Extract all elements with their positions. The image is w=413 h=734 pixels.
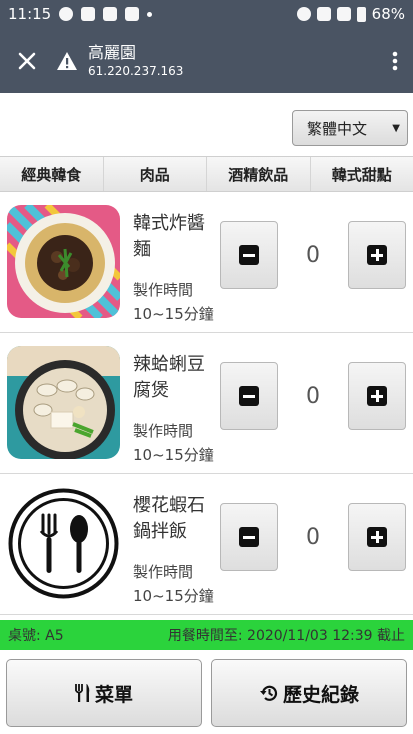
plus-icon: [367, 245, 387, 265]
table-number: 桌號: A5: [8, 628, 64, 644]
minus-icon: [239, 386, 259, 406]
plus-icon: [367, 527, 387, 547]
history-button-label: 歷史紀錄: [282, 683, 359, 706]
menu-button-label: 菜單: [94, 683, 133, 706]
tab-korean-dessert[interactable]: 韓式甜點: [310, 157, 413, 191]
warning-icon[interactable]: [54, 28, 80, 93]
decrease-button[interactable]: [220, 362, 278, 430]
more-vert-icon: [392, 51, 398, 70]
decrease-button[interactable]: [220, 221, 278, 289]
chrome-icon: [59, 7, 74, 21]
table-info-bar: 桌號: A5 用餐時間至: 2020/11/03 12:39 截止: [0, 620, 413, 650]
dish-name: 韓式炸醬麵: [133, 213, 205, 260]
quantity-value: 0: [306, 383, 320, 409]
language-select-value: 繁體中文: [307, 119, 368, 138]
dish-name: 櫻花蝦石鍋拌飯: [133, 495, 205, 542]
calendar-icon: [103, 7, 118, 21]
menu-item: 櫻花蝦石鍋拌飯 製作時間 10~15分鐘 0: [0, 475, 413, 615]
tab-classic-korean[interactable]: 經典韓食: [0, 157, 104, 191]
prep-time-value: 10~15分鐘: [133, 587, 214, 605]
history-icon: [259, 685, 278, 701]
increase-button[interactable]: [348, 362, 406, 430]
menu-item: 辣蛤蜊豆腐煲 製作時間 10~15分鐘 0: [0, 334, 413, 474]
prep-time-label: 製作時間: [133, 281, 194, 299]
minus-icon: [239, 245, 259, 265]
menu-item: 韓式炸醬麵 製作時間 10~15分鐘 0: [0, 193, 413, 333]
history-button[interactable]: 歷史紀錄: [211, 659, 407, 727]
decrease-button[interactable]: [220, 503, 278, 571]
plus-icon: [367, 386, 387, 406]
prep-time-label: 製作時間: [133, 563, 194, 581]
signal-icon: [336, 7, 351, 21]
prep-time-value: 10~15分鐘: [133, 446, 214, 464]
quantity-value: 0: [306, 524, 320, 550]
shopping-bag-icon: [125, 7, 140, 21]
utensils-icon: [8, 488, 119, 599]
close-button[interactable]: [0, 28, 54, 93]
dining-deadline: 用餐時間至: 2020/11/03 12:39 截止: [167, 628, 405, 644]
status-bar: 11:15 68%: [0, 0, 413, 28]
language-select[interactable]: 繁體中文 ▼: [292, 110, 408, 146]
increase-button[interactable]: [348, 221, 406, 289]
quantity-value: 0: [306, 242, 320, 268]
dropdown-caret-icon: ▼: [392, 123, 400, 134]
utensils-icon: [75, 684, 90, 702]
category-tabs: 經典韓食 肉品 酒精飲品 韓式甜點: [0, 156, 413, 192]
more-options-button[interactable]: [377, 28, 413, 93]
tab-meat[interactable]: 肉品: [103, 157, 207, 191]
clock: 11:15: [8, 5, 52, 23]
prep-time-label: 製作時間: [133, 422, 194, 440]
close-icon: [18, 52, 36, 69]
alarm-icon: [296, 7, 311, 21]
wifi-icon: [316, 7, 331, 21]
prep-time-value: 10~15分鐘: [133, 305, 214, 323]
dish-placeholder: [7, 487, 120, 600]
page-title: 高麗園: [88, 42, 137, 62]
app-bar: 高麗園 61.220.237.163: [0, 28, 413, 93]
battery-icon: [356, 6, 366, 22]
page-titles: 高麗園 61.220.237.163: [88, 43, 183, 79]
dish-photo: [7, 205, 120, 318]
minus-icon: [239, 527, 259, 547]
page-url: 61.220.237.163: [88, 63, 184, 78]
menu-button[interactable]: 菜單: [6, 659, 202, 727]
battery-level: 68%: [371, 5, 405, 23]
notification-dot-icon: [147, 11, 153, 17]
dish-photo: [7, 346, 120, 459]
tab-alcohol[interactable]: 酒精飲品: [207, 157, 311, 191]
dish-name: 辣蛤蜊豆腐煲: [133, 354, 205, 401]
message-icon: [81, 7, 96, 21]
increase-button[interactable]: [348, 503, 406, 571]
